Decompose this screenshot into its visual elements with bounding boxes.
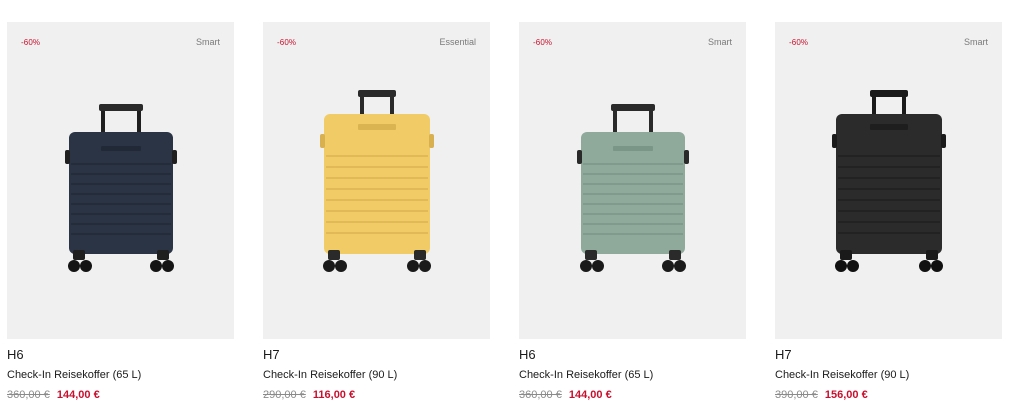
price-row: 290,00 € 116,00 € <box>263 388 490 402</box>
discount-badge: -60% <box>533 38 553 47</box>
product-model[interactable]: H7 <box>775 347 1002 363</box>
product-card[interactable]: -60% Smart <box>7 22 234 401</box>
sale-price: 144,00 € <box>56 389 100 401</box>
price-row: 360,00 € 144,00 € <box>7 388 234 402</box>
product-info: H7 Check-In Reisekoffer (90 L) 290,00 € … <box>263 347 490 402</box>
suitcase-image <box>830 86 948 274</box>
price-row: 390,00 € 156,00 € <box>775 388 1002 402</box>
sale-price: 156,00 € <box>824 389 868 401</box>
original-price: 390,00 € <box>775 389 818 401</box>
product-info: H7 Check-In Reisekoffer (90 L) 390,00 € … <box>775 347 1002 402</box>
product-image-tile[interactable]: -60% Smart <box>7 22 234 339</box>
product-description[interactable]: Check-In Reisekoffer (65 L) <box>519 368 746 382</box>
suitcase-handle <box>100 106 141 134</box>
product-image-tile[interactable]: -60% Smart <box>775 22 1002 339</box>
product-image-tile[interactable]: -60% Smart <box>519 22 746 339</box>
suitcase-image <box>318 86 436 274</box>
discount-badge: -60% <box>277 38 297 47</box>
product-info: H6 Check-In Reisekoffer (65 L) 360,00 € … <box>7 347 234 402</box>
product-model[interactable]: H7 <box>263 347 490 363</box>
product-model[interactable]: H6 <box>519 347 746 363</box>
product-description[interactable]: Check-In Reisekoffer (90 L) <box>775 368 1002 382</box>
discount-badge: -60% <box>789 38 809 47</box>
sale-price: 144,00 € <box>568 389 612 401</box>
product-info: H6 Check-In Reisekoffer (65 L) 360,00 € … <box>519 347 746 402</box>
suitcase-image <box>576 100 689 274</box>
product-grid: -60% Smart H6 Check-In Reisekoffer (65 L… <box>0 0 1024 417</box>
product-card[interactable]: -60% Essential H7 Check-In Reisekoffer (… <box>263 22 490 401</box>
product-line-tag: Smart <box>195 37 220 47</box>
product-card[interactable]: -60% Smart <box>775 22 1002 401</box>
discount-badge: -60% <box>21 38 41 47</box>
product-description[interactable]: Check-In Reisekoffer (90 L) <box>263 368 490 382</box>
original-price: 360,00 € <box>7 389 50 401</box>
original-price: 290,00 € <box>263 389 306 401</box>
product-description[interactable]: Check-In Reisekoffer (65 L) <box>7 368 234 382</box>
product-line-tag: Smart <box>707 37 732 47</box>
product-line-tag: Smart <box>963 37 988 47</box>
price-row: 360,00 € 144,00 € <box>519 388 746 402</box>
product-model[interactable]: H6 <box>7 347 234 363</box>
sale-price: 116,00 € <box>312 389 356 401</box>
product-line-tag: Essential <box>439 37 476 47</box>
suitcase-image <box>64 100 177 274</box>
product-image-tile[interactable]: -60% Essential <box>263 22 490 339</box>
original-price: 360,00 € <box>519 389 562 401</box>
product-card[interactable]: -60% Smart <box>519 22 746 401</box>
